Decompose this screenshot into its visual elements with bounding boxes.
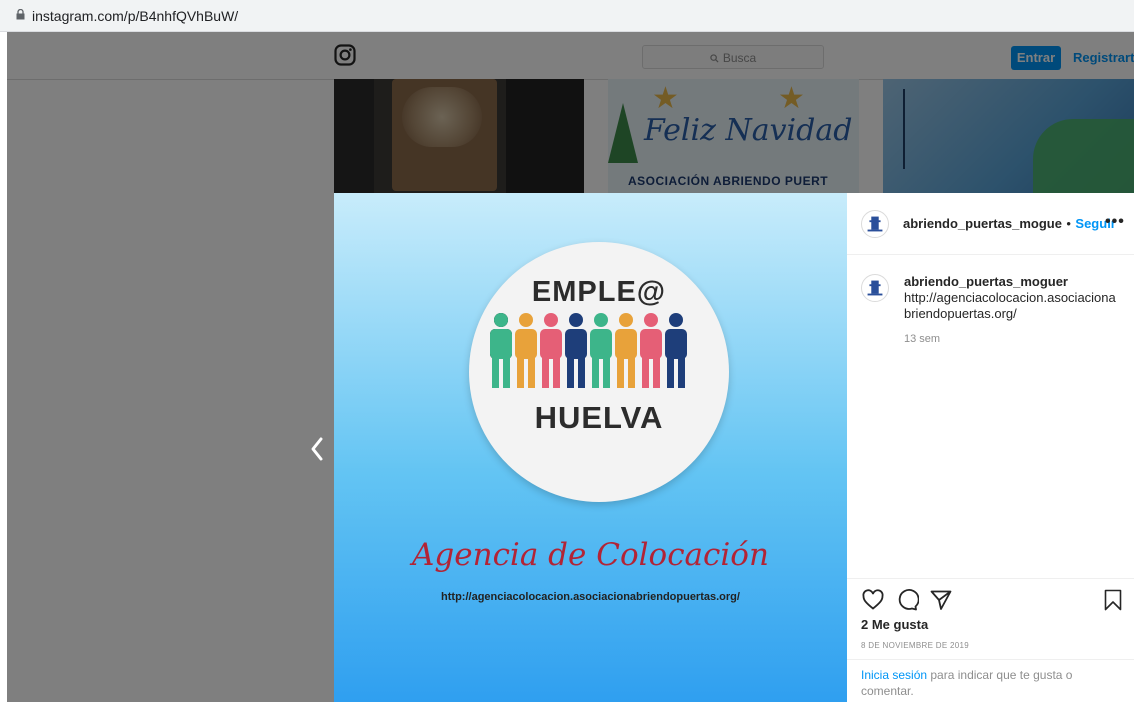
time-ago[interactable]: 13 sem bbox=[904, 333, 940, 345]
avatar-logo-icon bbox=[867, 280, 883, 296]
logo-circle: EMPLE@ HUELVA bbox=[469, 242, 729, 502]
post-sidebar: abriendo_puertas_mogue • Seguir ••• abri… bbox=[847, 193, 1134, 702]
post-modal: EMPLE@ HUELVA Agencia de Colocación http… bbox=[334, 193, 1134, 702]
post-actions: 2 Me gusta 8 DE NOVIEMBRE DE 2019 Inicia… bbox=[847, 578, 1134, 702]
instagram-page: Busca Entrar Registrarte ★ ★ Feliz Navid… bbox=[7, 32, 1134, 702]
author-username[interactable]: abriendo_puertas_mogue bbox=[903, 216, 1062, 231]
share-icon[interactable] bbox=[929, 588, 953, 612]
comment-icon[interactable] bbox=[895, 588, 919, 612]
post-caption: abriendo_puertas_moguer http://agenciaco… bbox=[904, 274, 1119, 322]
caption-text[interactable]: http://agenciacolocacion.asociacionabrie… bbox=[904, 290, 1116, 321]
post-headline: Agencia de Colocación bbox=[412, 537, 769, 573]
post-image-url: http://agenciacolocacion.asociacionabrie… bbox=[441, 591, 740, 603]
login-link[interactable]: Inicia sesión bbox=[861, 668, 927, 682]
lock-icon bbox=[16, 9, 25, 20]
people-icon bbox=[490, 313, 687, 388]
likes-count[interactable]: 2 Me gusta bbox=[861, 617, 928, 632]
heart-icon[interactable] bbox=[861, 588, 885, 612]
avatar-logo-icon bbox=[867, 216, 883, 232]
logo-bottom-text: HUELVA bbox=[534, 400, 664, 435]
more-options-icon[interactable]: ••• bbox=[1105, 213, 1125, 231]
browser-address-bar[interactable]: instagram.com/p/B4nhfQVhBuW/ bbox=[0, 0, 1134, 32]
post-image[interactable]: EMPLE@ HUELVA Agencia de Colocación http… bbox=[334, 193, 847, 702]
bookmark-icon[interactable] bbox=[1101, 588, 1125, 612]
post-author-header: abriendo_puertas_mogue • Seguir ••• bbox=[847, 193, 1134, 255]
address-url[interactable]: instagram.com/p/B4nhfQVhBuW/ bbox=[32, 8, 238, 24]
chevron-left-icon[interactable] bbox=[309, 436, 325, 462]
caption-username[interactable]: abriendo_puertas_moguer bbox=[904, 274, 1068, 289]
avatar[interactable] bbox=[861, 210, 889, 238]
avatar[interactable] bbox=[861, 274, 889, 302]
post-date[interactable]: 8 DE NOVIEMBRE DE 2019 bbox=[861, 641, 969, 650]
login-prompt: Inicia sesión para indicar que te gusta … bbox=[847, 659, 1134, 699]
logo-top-text: EMPLE@ bbox=[531, 276, 667, 308]
separator-dot: • bbox=[1066, 216, 1071, 231]
